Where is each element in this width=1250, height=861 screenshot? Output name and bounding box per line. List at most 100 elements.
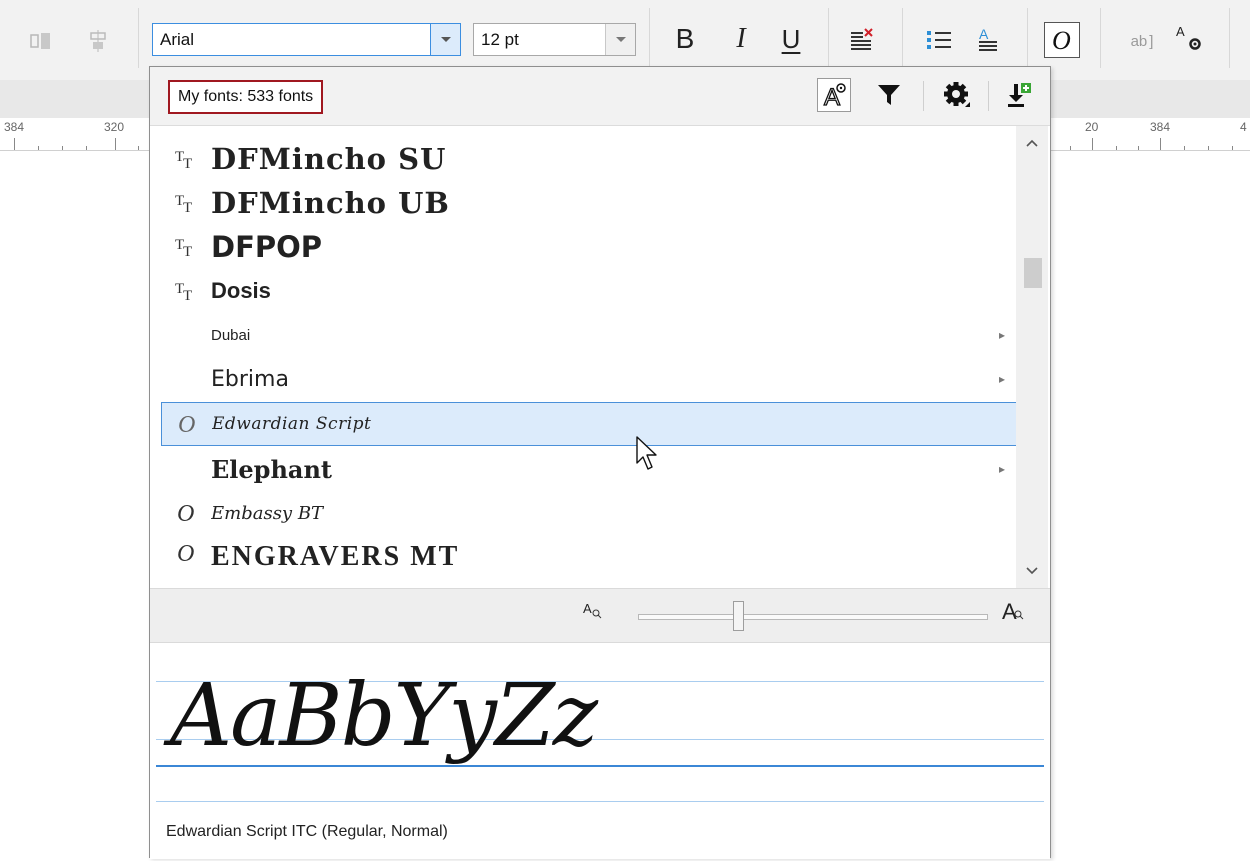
toolbar-separator	[1027, 8, 1028, 68]
font-name: Dubai	[211, 326, 251, 344]
ruler-tick	[1160, 138, 1161, 150]
font-name: Ebrima	[211, 366, 289, 392]
truetype-icon: TT	[161, 137, 211, 181]
font-list-item[interactable]: TT DFMincho UB	[161, 181, 1017, 225]
ruler-tick	[14, 138, 15, 150]
zoom-out-label: A	[583, 601, 592, 616]
opentype-icon: O	[162, 403, 212, 445]
ruler-label: 320	[104, 120, 125, 134]
svg-text:A: A	[979, 26, 989, 42]
font-list-item[interactable]: O Embassy BT	[161, 491, 1017, 535]
align-center-disabled-icon[interactable]	[83, 26, 113, 56]
submenu-arrow-icon: ▸	[998, 462, 1006, 476]
underline-button[interactable]: U	[774, 22, 808, 56]
font-name: ENGRAVERS MT	[211, 541, 460, 571]
font-list-dropdown: My fonts: 533 fonts A TT DFMincho SU TT …	[149, 66, 1051, 859]
scroll-down-icon[interactable]	[1016, 556, 1048, 586]
bullet-list-icon[interactable]	[922, 24, 956, 56]
font-name: DFPOP	[211, 230, 323, 264]
font-list-item[interactable]: TT Dosis	[161, 269, 1017, 313]
italic-button[interactable]: I	[724, 22, 758, 56]
header-separator	[988, 81, 989, 111]
toolbar-separator	[649, 8, 650, 68]
preview-zoom-bar: A A	[150, 588, 1050, 643]
font-name: DFMincho UB	[211, 186, 450, 220]
svg-text:T: T	[183, 288, 192, 302]
font-name: DFMincho SU	[211, 142, 447, 176]
font-preview-description: Edwardian Script ITC (Regular, Normal)	[166, 823, 448, 840]
text-cursor-icon: ]	[1149, 32, 1154, 50]
character-settings-label: A	[1176, 24, 1185, 39]
font-preview-sample: AaBbYyZz	[170, 666, 598, 766]
ruler-tick	[1138, 146, 1139, 150]
font-size-value[interactable]: 12 pt	[474, 30, 605, 50]
chevron-down-icon[interactable]	[605, 24, 635, 55]
edit-text-icon[interactable]: ab]	[1122, 26, 1162, 56]
font-list-header: My fonts: 533 fonts A	[150, 67, 1050, 126]
font-family-value[interactable]: Arial	[153, 30, 430, 50]
font-preview-icon[interactable]: A	[817, 78, 851, 112]
ruler-label: 20	[1085, 120, 1099, 134]
italic-o-icon[interactable]: O	[1044, 22, 1080, 58]
ruler-label: 384	[4, 120, 25, 134]
svg-text:O: O	[177, 501, 194, 525]
clear-format-icon[interactable]	[846, 24, 878, 56]
font-list-item[interactable]: O ENGRAVERS MT	[161, 535, 1017, 571]
font-list-item[interactable]: Dubai ▸	[161, 313, 1017, 357]
svg-text:O: O	[178, 412, 195, 436]
toolbar-separator	[138, 8, 139, 68]
svg-text:T: T	[183, 156, 192, 170]
submenu-arrow-icon: ▸	[998, 328, 1006, 342]
settings-icon[interactable]	[940, 78, 974, 112]
bold-button[interactable]: B	[668, 22, 702, 56]
svg-text:T: T	[183, 244, 192, 258]
scrollbar-thumb[interactable]	[1024, 258, 1042, 288]
zoom-slider-thumb[interactable]	[732, 601, 744, 631]
font-list-item[interactable]: TT DFPOP	[161, 225, 1017, 269]
toolbar-separator	[1229, 8, 1230, 68]
ruler-label: 384	[1150, 120, 1171, 134]
ruler-label: 4	[1240, 120, 1247, 134]
font-list-item[interactable]: TT DFMincho SU	[161, 137, 1017, 181]
font-list-item-selected[interactable]: O Edwardian Script	[161, 402, 1017, 446]
mouse-pointer-icon	[636, 436, 660, 477]
preview-guide-line	[156, 801, 1044, 802]
font-family-combo[interactable]: Arial	[152, 23, 461, 56]
ruler-tick	[1116, 146, 1117, 150]
ruler-tick	[115, 138, 116, 150]
filter-icon[interactable]	[872, 78, 906, 112]
toolbar-separator	[828, 8, 829, 68]
chevron-down-icon[interactable]	[430, 24, 460, 55]
text-format-icon[interactable]: A	[970, 24, 1004, 56]
ruler-tick	[1070, 146, 1071, 150]
svg-text:O: O	[1052, 26, 1071, 54]
align-left-disabled-icon[interactable]	[26, 26, 56, 56]
toolbar-separator	[1100, 8, 1101, 68]
truetype-icon: TT	[161, 225, 211, 269]
ruler-tick	[38, 146, 39, 150]
font-list-scrollbar[interactable]	[1016, 126, 1048, 588]
submenu-arrow-icon: ▸	[998, 372, 1006, 386]
truetype-icon: TT	[161, 269, 211, 313]
ruler-tick	[86, 146, 87, 150]
font-count-label: My fonts: 533 fonts	[168, 80, 324, 114]
zoom-slider-track[interactable]	[638, 614, 988, 620]
character-settings-icon[interactable]: A	[1170, 22, 1210, 56]
scroll-up-icon[interactable]	[1016, 128, 1048, 158]
font-name: Embassy BT	[211, 502, 324, 524]
ruler-tick	[62, 146, 63, 150]
font-preview-area: AaBbYyZz Edwardian Script ITC (Regular, …	[150, 643, 1050, 859]
zoom-in-icon[interactable]: A	[1002, 599, 1027, 625]
font-name: Edwardian Script	[212, 414, 372, 434]
zoom-out-icon[interactable]: A	[583, 601, 602, 619]
font-list-item[interactable]: Elephant ▸	[161, 447, 1017, 491]
toolbar-separator	[902, 8, 903, 68]
edit-text-label: ab	[1130, 32, 1148, 50]
font-size-combo[interactable]: 12 pt	[473, 23, 636, 56]
opentype-icon: O	[161, 491, 211, 535]
ruler-tick	[138, 146, 139, 150]
ruler-tick	[1184, 146, 1185, 150]
ruler-tick	[1232, 146, 1233, 150]
font-list-item[interactable]: Ebrima ▸	[161, 357, 1017, 401]
download-fonts-icon[interactable]	[1002, 78, 1036, 112]
